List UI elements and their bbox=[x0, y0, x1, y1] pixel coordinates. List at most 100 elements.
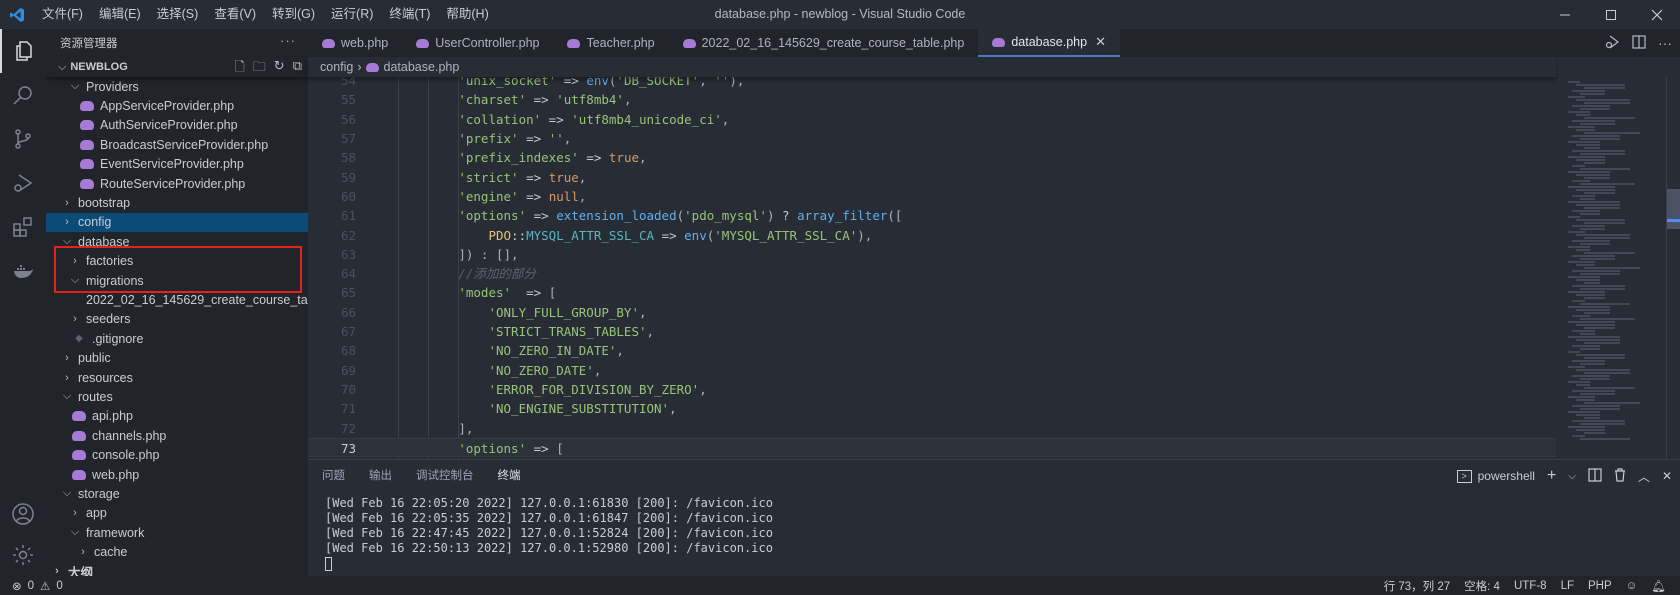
tree-folder[interactable]: › cache bbox=[46, 542, 308, 561]
close-panel-icon[interactable]: ✕ bbox=[1662, 469, 1672, 483]
code-line[interactable]: 59 'strict' => true, bbox=[308, 168, 1556, 187]
editor-scrollbar[interactable] bbox=[1666, 77, 1680, 459]
extensions-icon[interactable] bbox=[0, 205, 46, 249]
editor-tab[interactable]: Teacher.php bbox=[553, 29, 669, 57]
new-terminal-icon[interactable]: + bbox=[1547, 467, 1556, 485]
menu-item[interactable]: 帮助(H) bbox=[438, 0, 496, 29]
tree-folder[interactable]: › app bbox=[46, 504, 308, 523]
scrollbar-thumb[interactable] bbox=[1667, 189, 1680, 229]
tree-folder[interactable]: › bootstrap bbox=[46, 193, 308, 212]
feedback-icon[interactable]: ☺ bbox=[1626, 580, 1638, 592]
tree-file[interactable]: api.php bbox=[46, 407, 308, 426]
tree-file[interactable]: RouteServiceProvider.php bbox=[46, 174, 308, 193]
editor-tab[interactable]: 2022_02_16_145629_create_course_table.ph… bbox=[668, 29, 979, 57]
panel-tab[interactable]: 问题 bbox=[322, 464, 345, 488]
tree-folder[interactable]: ⌵ storage bbox=[46, 484, 308, 503]
terminal-selector[interactable]: > powershell bbox=[1456, 469, 1535, 483]
tree-folder[interactable]: ⌵ routes bbox=[46, 387, 308, 406]
tree-file[interactable]: web.php bbox=[46, 465, 308, 484]
editor-tab[interactable]: UserController.php bbox=[402, 29, 554, 57]
tree-folder[interactable]: › public bbox=[46, 348, 308, 367]
code-editor[interactable]: 54 'unix_socket' => env('DB_SOCKET', ''),… bbox=[308, 77, 1556, 459]
code-line[interactable]: 61 'options' => extension_loaded('pdo_mys… bbox=[308, 206, 1556, 225]
menu-item[interactable]: 终端(T) bbox=[381, 0, 438, 29]
chevron-down-icon[interactable]: ⌵ bbox=[1568, 471, 1576, 482]
minimap[interactable] bbox=[1556, 77, 1666, 459]
breadcrumb-item-config[interactable]: config bbox=[320, 60, 353, 74]
trash-icon[interactable] bbox=[1614, 467, 1626, 485]
tree-folder[interactable]: › config bbox=[46, 212, 308, 233]
code-line[interactable]: 60 'engine' => null, bbox=[308, 187, 1556, 206]
code-line[interactable]: 55 'charset' => 'utf8mb4', bbox=[308, 90, 1556, 109]
terminal-output[interactable]: [Wed Feb 16 22:05:20 2022] 127.0.0.1:618… bbox=[325, 496, 773, 571]
collapse-all-icon[interactable]: ⧉ bbox=[293, 58, 302, 80]
code-line[interactable]: 63]) : [], bbox=[308, 245, 1556, 264]
tree-folder[interactable]: ⌵ migrations bbox=[46, 271, 308, 290]
run-debug-file-icon[interactable] bbox=[1604, 34, 1620, 53]
settings-gear-icon[interactable] bbox=[0, 533, 46, 577]
panel-tab[interactable]: 终端 bbox=[498, 464, 521, 488]
new-folder-icon[interactable]: 🗀 bbox=[253, 58, 266, 80]
breadcrumb-item-file[interactable]: database.php bbox=[384, 60, 460, 74]
tree-file[interactable]: console.php bbox=[46, 445, 308, 464]
problems-indicator[interactable]: ⊗ 0 ⚠ 0 bbox=[12, 579, 63, 593]
minimize-button[interactable] bbox=[1542, 0, 1588, 29]
notifications-bell-icon[interactable]: 🔔︎ bbox=[1651, 579, 1666, 593]
code-line[interactable]: 69 'NO_ZERO_DATE', bbox=[308, 361, 1556, 380]
code-line[interactable]: 57 'prefix' => '', bbox=[308, 129, 1556, 148]
split-terminal-icon[interactable] bbox=[1588, 467, 1602, 485]
tree-folder[interactable]: ⌵ database bbox=[46, 232, 308, 251]
menu-item[interactable]: 选择(S) bbox=[149, 0, 207, 29]
tree-file[interactable]: ◆ .gitignore bbox=[46, 329, 308, 348]
more-actions-icon[interactable]: ··· bbox=[1658, 35, 1672, 51]
tree-file[interactable]: AuthServiceProvider.php bbox=[46, 116, 308, 135]
tree-folder[interactable]: › resources bbox=[46, 368, 308, 387]
editor-tab[interactable]: database.php ✕ bbox=[978, 29, 1120, 57]
project-header[interactable]: ⌵ NEWBLOG 🗋 🗀 ↻ ⧉ bbox=[46, 57, 308, 77]
indentation[interactable]: 空格: 4 bbox=[1464, 578, 1500, 594]
close-window-button[interactable] bbox=[1634, 0, 1680, 29]
tree-folder[interactable]: › seeders bbox=[46, 310, 308, 329]
menu-item[interactable]: 运行(R) bbox=[323, 0, 381, 29]
code-line[interactable]: 72], bbox=[308, 419, 1556, 438]
code-line[interactable]: 66 'ONLY_FULL_GROUP_BY', bbox=[308, 303, 1556, 322]
accounts-icon[interactable] bbox=[0, 492, 46, 536]
code-line[interactable]: 70 'ERROR_FOR_DIVISION_BY_ZERO', bbox=[308, 380, 1556, 399]
menu-item[interactable]: 编辑(E) bbox=[91, 0, 149, 29]
docker-icon[interactable] bbox=[0, 249, 46, 293]
code-line[interactable]: 54 'unix_socket' => env('DB_SOCKET', ''), bbox=[308, 77, 1556, 90]
menu-item[interactable]: 转到(G) bbox=[264, 0, 323, 29]
code-line[interactable]: 67 'STRICT_TRANS_TABLES', bbox=[308, 322, 1556, 341]
explorer-icon[interactable] bbox=[0, 29, 46, 73]
tree-file[interactable]: channels.php bbox=[46, 426, 308, 445]
code-line[interactable]: 64 //添加的部分 bbox=[308, 264, 1556, 283]
refresh-icon[interactable]: ↻ bbox=[274, 58, 285, 80]
encoding[interactable]: UTF-8 bbox=[1514, 580, 1547, 592]
tree-folder[interactable]: ⌵ framework bbox=[46, 523, 308, 542]
new-file-icon[interactable]: 🗋 bbox=[234, 58, 244, 80]
cursor-position[interactable]: 行 73，列 27 bbox=[1384, 578, 1450, 594]
code-line[interactable]: 58 'prefix_indexes' => true, bbox=[308, 148, 1556, 167]
tree-file[interactable]: 2022_02_16_145629_create_course_table... bbox=[46, 290, 308, 309]
tree-folder[interactable]: › factories bbox=[46, 252, 308, 271]
code-line[interactable]: 65 'modes' => [ bbox=[308, 283, 1556, 302]
explorer-more-button[interactable]: ··· bbox=[280, 33, 296, 48]
code-line[interactable]: 73 'options' => [ bbox=[308, 437, 1556, 458]
menu-item[interactable]: 查看(V) bbox=[206, 0, 264, 29]
code-line[interactable]: 68 'NO_ZERO_IN_DATE', bbox=[308, 341, 1556, 360]
maximize-button[interactable] bbox=[1588, 0, 1634, 29]
source-control-icon[interactable] bbox=[0, 117, 46, 161]
code-line[interactable]: 71 'NO_ENGINE_SUBSTITUTION', bbox=[308, 399, 1556, 418]
run-debug-icon[interactable] bbox=[0, 161, 46, 205]
close-tab-icon[interactable]: ✕ bbox=[1095, 34, 1106, 50]
code-line[interactable]: 62 PDO::MYSQL_ATTR_SSL_CA => env('MYSQL_A… bbox=[308, 226, 1556, 245]
search-icon[interactable] bbox=[0, 73, 46, 117]
tree-file[interactable]: BroadcastServiceProvider.php bbox=[46, 135, 308, 154]
panel-tab[interactable]: 调试控制台 bbox=[416, 464, 474, 488]
maximize-panel-icon[interactable]: ︿ bbox=[1638, 468, 1650, 485]
editor-tab[interactable]: web.php bbox=[308, 29, 403, 57]
tree-file[interactable]: EventServiceProvider.php bbox=[46, 155, 308, 174]
outline-section[interactable]: › 大纲 bbox=[46, 562, 308, 576]
menu-item[interactable]: 文件(F) bbox=[34, 0, 91, 29]
language-mode[interactable]: PHP bbox=[1588, 580, 1612, 592]
